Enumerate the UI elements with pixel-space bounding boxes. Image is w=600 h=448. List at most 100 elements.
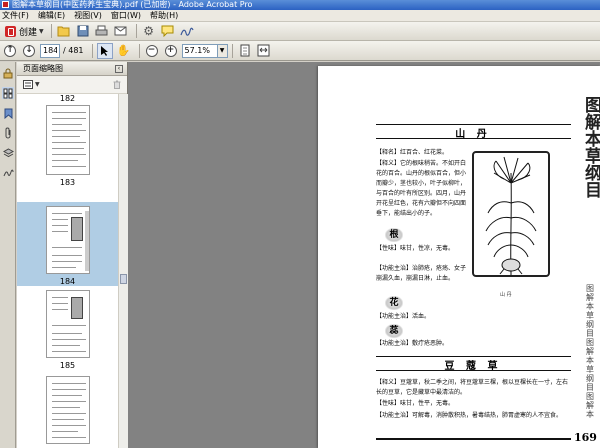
title-bar: 图解本草纲目(中医药养生宝典).pdf (已加密) - Adobe Acroba…: [0, 0, 600, 10]
close-panel-button[interactable]: ‹: [115, 64, 123, 73]
select-arrow-icon: [100, 45, 108, 56]
comment-button[interactable]: [160, 23, 176, 39]
page-total: / 481: [63, 46, 84, 55]
side-band-char: 本: [586, 356, 594, 365]
open-button[interactable]: [56, 23, 72, 39]
thumbnail-image: [45, 206, 90, 274]
thumbnail-label: 182: [59, 94, 76, 103]
side-band-char: 纲: [586, 320, 594, 329]
printed-page-number: 169: [574, 431, 597, 444]
side-band-char: 本: [586, 410, 594, 419]
footer-rule: [376, 438, 571, 440]
options-icon: [23, 80, 33, 89]
navigation-toolbar: ↑ ↓ / 481 ✋ − + ▼: [0, 41, 600, 61]
menu-view[interactable]: 视图(V): [74, 10, 102, 21]
menu-help[interactable]: 帮助(H): [150, 10, 178, 21]
paragraph-description: 【释义】豆蔻草，秋二季之间，将豆蔻草三棵，根以豆棵长在一寸，左右长的豆草，它是藏…: [376, 379, 569, 396]
side-band-char: 解: [586, 293, 594, 302]
save-button[interactable]: [75, 23, 91, 39]
zoom-dropdown[interactable]: ▼: [217, 43, 228, 58]
page-number-input[interactable]: [40, 43, 60, 58]
create-pdf-icon: [5, 25, 16, 37]
gear-icon: ⚙: [143, 24, 155, 38]
zoom-out-button[interactable]: −: [144, 43, 160, 59]
email-button[interactable]: [113, 23, 129, 39]
bookmark-icon[interactable]: [2, 107, 14, 119]
paragraph-alias: 【释名】红百合、红花菜。: [376, 149, 449, 156]
thumbnail-image: [45, 376, 90, 444]
create-button[interactable]: 创建 ▼: [2, 23, 47, 39]
menu-window[interactable]: 窗口(W): [111, 10, 141, 21]
delete-page-button[interactable]: [113, 80, 121, 89]
thumbnail-label: 183: [59, 178, 76, 187]
illustration-caption: 山 丹: [500, 292, 512, 298]
paragraph-description: 【释义】它的根味稍苦。不如开白花的百合。山丹的根似百合，但小而瓣少，茎也较小，叶…: [376, 160, 467, 217]
side-band-char: 草: [586, 365, 594, 374]
email-icon: [114, 26, 127, 36]
paragraph-properties: 【性味】味甘，性平，无毒。: [376, 400, 455, 407]
side-band-char: 图: [586, 284, 594, 293]
thumbnail-image: [45, 105, 90, 175]
document-area[interactable]: 图解本草纲目 山 丹 【释名】红百合、红花菜。 【释义】它的根味稍苦。不如开白花…: [128, 62, 600, 448]
subheading-flower: 花: [385, 296, 403, 310]
thumbnail-185[interactable]: 185: [17, 290, 118, 370]
book-vertical-title: 图解本草纲目: [581, 96, 600, 198]
page-thumbnails-icon[interactable]: [2, 87, 14, 99]
panel-scrollbar[interactable]: [118, 94, 128, 448]
close-icon: ‹: [117, 64, 121, 72]
zoom-input[interactable]: [181, 43, 218, 58]
settings-button[interactable]: ⚙: [141, 23, 157, 39]
thumbnail-186[interactable]: [17, 376, 118, 444]
scrollbar-thumb[interactable]: [120, 274, 127, 284]
paragraph-stamen-functions: 【功能主治】敷疔疮恶肿。: [376, 340, 449, 347]
fit-page-button[interactable]: [237, 43, 253, 59]
subheading-root: 根: [385, 228, 403, 242]
thumbnail-label: 185: [59, 361, 76, 370]
options-button[interactable]: ▼: [23, 80, 40, 89]
print-button[interactable]: [94, 23, 110, 39]
paragraph-functions: 【功能主治】可解毒，消肿散积热，暑毒结热，肺胃虚寒的人不宜食。: [376, 412, 563, 419]
section-rule: [376, 138, 571, 139]
paragraph-properties: 【性味】味甘，性凉，无毒。: [376, 245, 455, 252]
hand-tool-button[interactable]: ✋: [116, 43, 132, 59]
fit-width-icon: [257, 44, 270, 57]
main-toolbar: 创建 ▼ ⚙: [0, 22, 600, 41]
side-band-char: 图: [586, 338, 594, 347]
chevron-down-icon: ▼: [35, 81, 40, 88]
trash-icon: [113, 80, 121, 89]
lock-icon[interactable]: [2, 67, 14, 79]
side-band-char: 目: [586, 329, 594, 338]
print-icon: [95, 25, 108, 36]
attachment-icon[interactable]: [2, 127, 14, 139]
lily-illustration: [472, 151, 550, 277]
lily-drawing: [485, 156, 537, 275]
side-decorative-band: 图 解 本 草 纲 目 图 解 本 草 纲 目 图 解 本: [581, 284, 599, 424]
create-label: 创建: [19, 27, 38, 38]
zoom-in-button[interactable]: +: [163, 43, 179, 59]
pdf-page: 图解本草纲目 山 丹 【释名】红百合、红花菜。 【释义】它的根味稍苦。不如开白花…: [318, 66, 600, 448]
select-tool-button[interactable]: [96, 42, 113, 59]
layers-icon[interactable]: [2, 147, 14, 159]
navigation-rail: [0, 62, 16, 448]
save-icon: [77, 25, 89, 37]
arrow-up-icon: ↑: [4, 44, 16, 57]
fit-page-icon: [240, 44, 250, 57]
menu-edit[interactable]: 编辑(E): [38, 10, 65, 21]
thumbnail-image: [45, 290, 90, 358]
thumbnail-182[interactable]: 182 183: [17, 94, 118, 187]
side-band-char: 纲: [586, 374, 594, 383]
next-page-button[interactable]: ↓: [21, 43, 37, 59]
thumbnail-184[interactable]: 184: [17, 202, 118, 286]
thumbnail-list: 182 183 184 185: [17, 94, 118, 448]
paragraph-flower-functions: 【功能主治】活血。: [376, 313, 431, 320]
side-band-char: 解: [586, 347, 594, 356]
previous-page-button[interactable]: ↑: [2, 43, 18, 59]
zoom-in-icon: +: [164, 44, 177, 57]
panel-toolbar: ▼: [17, 76, 127, 94]
fit-width-button[interactable]: [256, 43, 272, 59]
signature-button[interactable]: [179, 23, 195, 39]
toolbar-separator: [50, 24, 52, 38]
signature-panel-icon[interactable]: [2, 167, 14, 179]
paragraph-functions: 【功能主治】治肺疮，疮疡、女子崩漏久血，崩漏日淋，止血。: [376, 265, 467, 282]
menu-file[interactable]: 文件(F): [2, 10, 29, 21]
